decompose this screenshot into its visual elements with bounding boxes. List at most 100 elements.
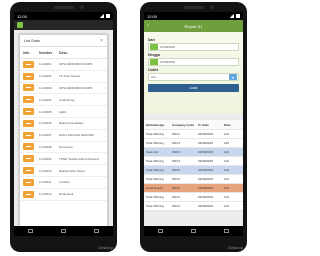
list-item[interactable]: 11-00011 Londres xyxy=(20,177,107,189)
table-cell: Total Offering xyxy=(146,168,164,172)
list-item[interactable]: 11-00004 Cindefering xyxy=(20,94,107,107)
table-cell: 01/08/2015 xyxy=(198,150,214,154)
list-item[interactable]: 11-00012 Rindenpok xyxy=(20,189,107,201)
list-header: Info Number Desc. xyxy=(20,47,107,59)
table-row[interactable]: Total Offering SNC1 01/08/2015 110 xyxy=(144,130,243,139)
home-nav-icon[interactable] xyxy=(61,229,66,233)
open-item-icon[interactable] xyxy=(23,143,34,151)
home-nav-icon[interactable] xyxy=(191,229,196,233)
open-item-icon[interactable] xyxy=(23,108,34,116)
right-screen: 12:00 ‹ Report S1 Dari 01/08/2015 Hingga xyxy=(144,12,243,236)
table-row[interactable]: Total Offering SNC3 01/08/2015 110 xyxy=(144,175,243,184)
list-data-dialog: List Data × Info Number Desc. 11-00001 OP… xyxy=(19,34,108,232)
open-item-icon[interactable] xyxy=(23,167,34,175)
list-item[interactable]: 11-00009 TRND Tearland Bond Respect xyxy=(20,153,107,166)
open-item-icon[interactable] xyxy=(23,190,34,198)
table-cell: SNC3 xyxy=(172,159,181,163)
list-item[interactable]: 11-00006 Rakinchi Aedeliwe xyxy=(20,118,107,130)
speaker xyxy=(54,6,74,9)
table-row[interactable]: Coret Report SNC3 01/08/2015 110 xyxy=(144,184,243,193)
app-bar xyxy=(14,20,113,30)
table-row[interactable]: Total Offering SNC3 01/08/2015 110 xyxy=(144,193,243,202)
table-cell: 01/08/2015 xyxy=(198,168,214,172)
calendar-icon[interactable] xyxy=(150,44,158,50)
brand-label: Desktop xyxy=(98,245,113,250)
table-cell: 110 xyxy=(224,177,229,181)
table-body: Total Offering SNC1 01/08/2015 110 Total Off… xyxy=(144,130,243,211)
table-cell: Coret Report xyxy=(146,186,164,190)
item-desc: HAN LANLANG DESCDR xyxy=(59,133,94,138)
back-nav-icon[interactable] xyxy=(158,229,163,233)
table-cell: 110 xyxy=(224,195,229,199)
nav-bar xyxy=(14,226,113,236)
item-desc: Rakirat Glian Saver xyxy=(59,168,86,173)
status-time: 12:00 xyxy=(17,13,28,19)
signal-icon xyxy=(99,14,104,18)
open-item-icon[interactable] xyxy=(23,155,34,163)
table-row[interactable]: Total Offering SNC3 01/08/2015 110 xyxy=(144,202,243,211)
header-desc: Desc. xyxy=(59,50,69,55)
stage: 12:00 List Data × Info Number Desc. 11-0… xyxy=(0,0,256,256)
status-time: 12:00 xyxy=(147,13,158,19)
status-icons xyxy=(229,14,240,18)
left-screen: 12:00 List Data × Info Number Desc. 11-0… xyxy=(14,12,113,236)
item-number: 11-00007 xyxy=(39,133,52,138)
table-cell: SNC3 xyxy=(172,186,181,190)
open-item-icon[interactable] xyxy=(23,178,34,186)
battery-icon xyxy=(106,14,110,18)
list-item[interactable]: 11-00001 OPS-NEWFIRM DANIPS xyxy=(20,59,107,71)
table-cell: 01/08/2015 xyxy=(198,159,214,163)
table-cell: 01/08/2015 xyxy=(198,204,214,208)
table-cell: 110 xyxy=(224,168,229,172)
table-row[interactable]: Total Offering SNC3 01/08/2015 210 xyxy=(144,139,243,148)
list-item[interactable]: 11-00007 HAN LANLANG DESCDR xyxy=(20,130,107,142)
outlet-select[interactable]: ALL ▾ xyxy=(148,73,239,81)
item-number: 11-00004 xyxy=(39,97,52,102)
table-cell: Total Offering xyxy=(146,132,164,136)
from-date-field[interactable]: 01/08/2015 xyxy=(148,43,239,51)
list-item[interactable]: 11-00005 Fajfiz xyxy=(20,106,107,118)
list-item[interactable]: 11-00008 Nomopute xyxy=(20,142,107,154)
table-cell: SNC3 xyxy=(172,204,181,208)
recent-nav-icon[interactable] xyxy=(224,229,229,233)
open-item-icon[interactable] xyxy=(23,60,34,68)
calendar-icon[interactable] xyxy=(150,59,158,65)
open-item-icon[interactable] xyxy=(23,84,34,92)
recent-nav-icon[interactable] xyxy=(94,229,99,233)
to-date-value: 31/08/2015 xyxy=(160,60,176,64)
table-row[interactable]: Total Offering SNC3 01/08/2015 110 xyxy=(144,157,243,166)
item-number: 11-00002 xyxy=(39,74,52,79)
open-item-icon[interactable] xyxy=(23,96,34,104)
table-row[interactable]: Kode fod SNC3 01/08/2015 110 xyxy=(144,148,243,157)
header-info: Info xyxy=(23,50,30,55)
item-desc: Cindefering xyxy=(59,97,75,102)
open-item-icon[interactable] xyxy=(23,72,34,80)
list-item[interactable]: 11-00010 Rakirat Glian Saver xyxy=(20,165,107,177)
item-number: 11-00012 xyxy=(39,192,52,197)
table-cell: 01/08/2015 xyxy=(198,195,214,199)
item-number: 11-00006 xyxy=(39,121,52,126)
from-date-value: 01/08/2015 xyxy=(160,45,176,49)
nav-bar xyxy=(144,226,243,236)
load-button[interactable]: Load xyxy=(148,84,239,92)
open-item-icon[interactable] xyxy=(23,131,34,139)
table-cell: Total Offering xyxy=(146,159,164,163)
table-cell: 01/08/2015 xyxy=(198,141,214,145)
report-title-bar: ‹ Report S1 xyxy=(144,20,243,32)
back-arrow-icon[interactable]: ‹ xyxy=(147,23,149,29)
list-item[interactable]: 11-00003 OPS-NEWFIRM DANIPS xyxy=(20,83,107,95)
table-cell: 210 xyxy=(224,141,230,145)
to-date-field[interactable]: 31/08/2015 xyxy=(148,58,239,66)
back-nav-icon[interactable] xyxy=(28,229,33,233)
brand-label: Desktop xyxy=(228,245,243,250)
list-item[interactable]: 11-00002 TK-Kota Guests xyxy=(20,71,107,83)
signal-icon xyxy=(229,14,234,18)
item-desc: Londres xyxy=(59,180,70,185)
to-date-label: Hingga xyxy=(148,53,160,57)
table-cell: SNC3 xyxy=(172,168,181,172)
chevron-down-icon[interactable]: ▾ xyxy=(229,74,237,80)
close-icon[interactable]: × xyxy=(100,38,103,44)
table-row[interactable]: Total Offering SNC3 01/08/2015 110 xyxy=(144,166,243,175)
item-number: 11-00001 xyxy=(39,62,52,67)
open-item-icon[interactable] xyxy=(23,119,34,127)
